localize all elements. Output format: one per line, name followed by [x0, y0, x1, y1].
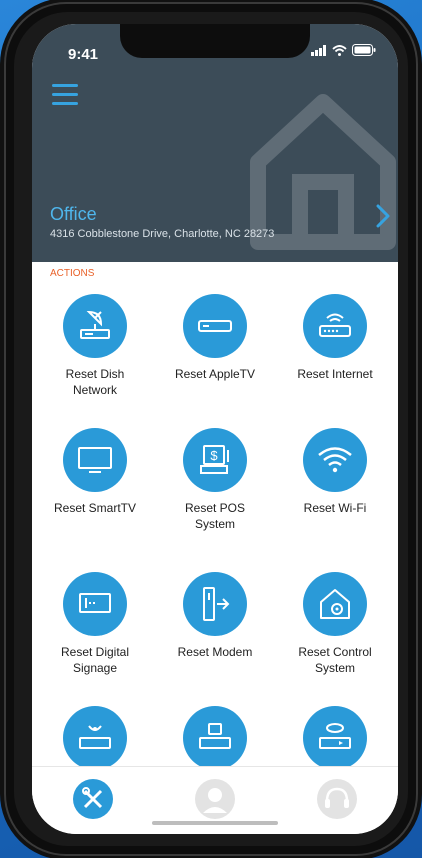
tile-label: Reset Modem — [177, 645, 253, 659]
status-icons — [311, 44, 376, 56]
reset-pos-system-button[interactable]: $ Reset POS System — [165, 428, 265, 532]
modem-icon — [183, 572, 247, 636]
reset-appletv-button[interactable]: Reset AppleTV — [165, 294, 265, 382]
status-time: 9:41 — [68, 46, 99, 63]
bottom-tab-bar — [32, 766, 398, 834]
signal-icon — [311, 44, 326, 56]
router-icon — [303, 294, 367, 358]
tile-label: Reset Dish Network — [65, 367, 125, 397]
house-watermark-icon — [250, 94, 396, 250]
hamburger-menu-button[interactable] — [52, 84, 78, 106]
tab-profile[interactable] — [195, 779, 235, 819]
tile-label: Reset Wi-Fi — [303, 501, 367, 515]
svg-text:$: $ — [210, 448, 218, 463]
reset-smarttv-button[interactable]: Reset SmartTV — [45, 428, 145, 516]
reset-dish-network-button[interactable]: Reset Dish Network — [45, 294, 145, 398]
user-icon — [203, 788, 227, 813]
reset-network-switch-button[interactable] — [165, 706, 265, 770]
chevron-right-icon[interactable] — [376, 204, 390, 228]
reset-camera-dvr-button[interactable] — [45, 706, 145, 770]
tile-label: Reset Digital Signage — [60, 645, 130, 675]
location-name[interactable]: Office — [50, 204, 97, 225]
menu-line-icon — [52, 102, 78, 105]
location-address: 4316 Cobblestone Drive, Charlotte, NC 28… — [50, 228, 275, 240]
reset-wifi-button[interactable]: Reset Wi-Fi — [285, 428, 385, 516]
tile-label: Reset SmartTV — [53, 501, 137, 515]
home-gear-icon — [303, 572, 367, 636]
headset-icon — [325, 787, 349, 808]
location-header: 9:41 Office 4316 Cobblestone Drive, Char… — [32, 24, 398, 262]
satellite-dish-icon — [63, 294, 127, 358]
app-screen: 9:41 Office 4316 Cobblestone Drive, Char… — [32, 24, 398, 834]
section-label-actions: ACTIONS — [50, 268, 95, 279]
tile-label: Reset POS System — [184, 501, 246, 531]
menu-line-icon — [52, 84, 78, 87]
tab-tools[interactable] — [73, 779, 113, 819]
device-notch — [120, 24, 310, 58]
reset-control-system-button[interactable]: Reset Control System — [285, 572, 385, 676]
tv-icon — [63, 428, 127, 492]
appletv-box-icon — [183, 294, 247, 358]
tab-support[interactable] — [317, 779, 357, 819]
reset-internet-button[interactable]: Reset Internet — [285, 294, 385, 382]
network-switch-icon — [183, 706, 247, 770]
signage-player-icon — [63, 572, 127, 636]
tile-label: Reset Control System — [298, 645, 372, 675]
menu-line-icon — [52, 93, 78, 96]
tools-icon — [82, 787, 103, 809]
reset-media-player-button[interactable] — [285, 706, 385, 770]
pos-terminal-icon: $ — [183, 428, 247, 492]
wifi-icon — [303, 428, 367, 492]
media-player-icon — [303, 706, 367, 770]
tile-label: Reset AppleTV — [174, 367, 256, 381]
camera-dvr-icon — [63, 706, 127, 770]
wifi-status-icon — [332, 44, 347, 56]
tile-label: Reset Internet — [297, 367, 373, 381]
home-indicator — [152, 821, 278, 825]
reset-modem-button[interactable]: Reset Modem — [165, 572, 265, 660]
battery-icon — [352, 44, 376, 56]
reset-digital-signage-button[interactable]: Reset Digital Signage — [45, 572, 145, 676]
